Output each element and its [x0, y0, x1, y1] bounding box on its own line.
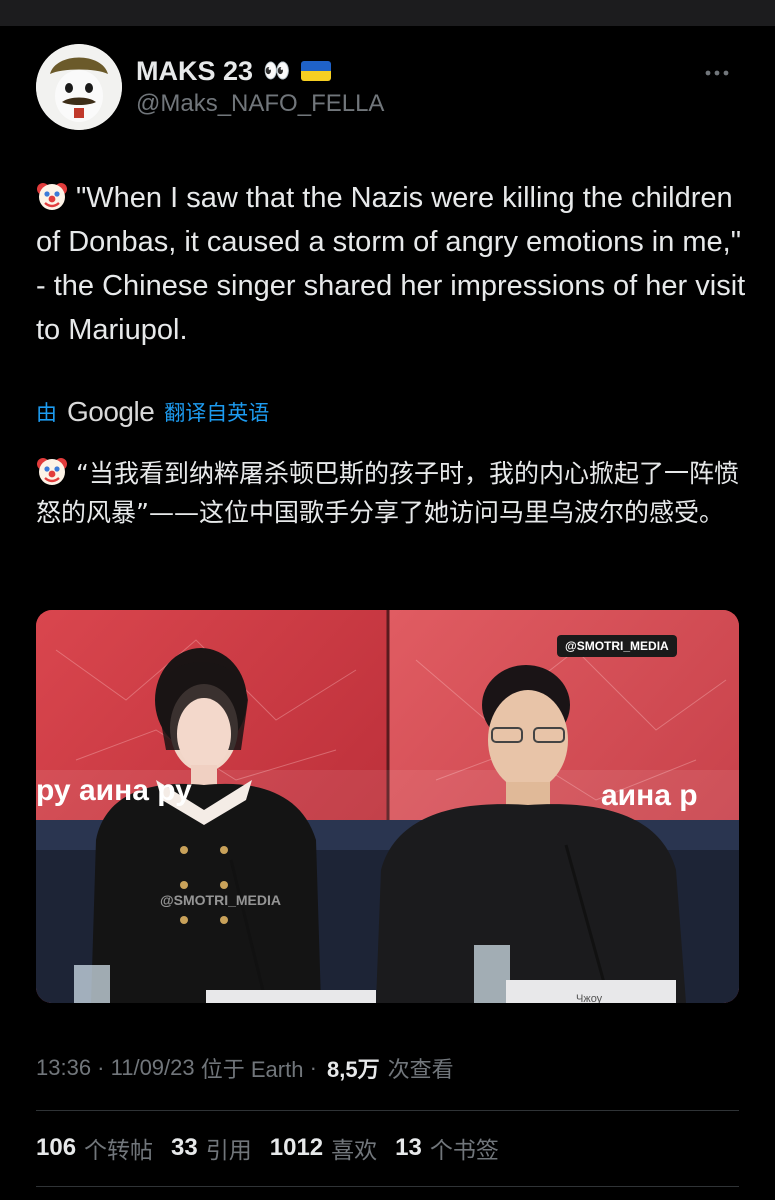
engagement-stats: 106 个转帖 33 引用 1012 喜欢 13 个书签 [36, 1130, 517, 1166]
tweet-body: "When I saw that the Nazis were killing … [36, 176, 746, 352]
avatar-image [36, 44, 122, 130]
divider [36, 1186, 739, 1187]
author-handle[interactable]: @Maks_NAFO_FELLA [136, 90, 384, 118]
google-logo: Google [67, 396, 155, 427]
meta-separator: · [91, 1055, 111, 1080]
author-display-name[interactable]: MAKS 23 [136, 56, 253, 87]
clown-face-icon [37, 458, 67, 485]
translated-from-link[interactable]: 翻译自英语 [164, 397, 269, 427]
avatar[interactable] [36, 44, 122, 130]
media-source-tag: @SMOTRI_MEDIA [557, 635, 677, 657]
bookmarks-label[interactable]: 个书签 [430, 1131, 499, 1165]
tweet-text: "When I saw that the Nazis were killing … [36, 182, 746, 346]
likes-count[interactable]: 1012 [270, 1134, 323, 1162]
ukraine-flag-icon [301, 61, 332, 81]
translated-text: “当我看到纳粹屠杀顿巴斯的孩子时，我的内心掀起了一阵愤怒的风暴”——这位中国歌手… [36, 459, 739, 527]
video-media[interactable]: ру аина ру аина р Чжоу [36, 610, 739, 1003]
likes-label[interactable]: 喜欢 [331, 1131, 377, 1165]
tweet-date[interactable]: 11/09/23 [111, 1055, 195, 1081]
translation-attribution[interactable]: 由 Google 翻译自英语 [36, 396, 269, 428]
tweet-location: 位于 Earth [194, 1057, 304, 1082]
reposts-label[interactable]: 个转帖 [84, 1131, 153, 1165]
eyes-emoji: 👀 [263, 58, 292, 84]
backdrop-text-right: аина р [601, 779, 698, 812]
media-watermark: @SMOTRI_MEDIA [160, 892, 281, 908]
author-name-row[interactable]: MAKS 23 👀 [136, 54, 332, 88]
bookmarks-count[interactable]: 13 [395, 1134, 422, 1162]
tweet-metadata: 13:36 · 11/09/23 位于 Earth · 8,5万 次查看 [36, 1050, 454, 1086]
clown-face-icon [37, 183, 67, 210]
quotes-count[interactable]: 33 [171, 1134, 198, 1162]
backdrop-text-left: ру аина ру [36, 774, 192, 807]
divider [36, 1110, 739, 1111]
video-frame: ру аина ру аина р Чжоу [36, 610, 739, 1003]
views-count[interactable]: 8,5万 [327, 1052, 380, 1084]
quotes-label[interactable]: 引用 [206, 1131, 252, 1165]
meta-separator: · [303, 1055, 324, 1080]
status-bar [0, 0, 775, 26]
tweet-time[interactable]: 13:36 [36, 1055, 91, 1081]
nameplate-text: Чжоу [576, 993, 603, 1003]
views-label: 次查看 [387, 1057, 454, 1082]
more-options-icon[interactable] [704, 58, 730, 83]
translated-body: “当我看到纳粹屠杀顿巴斯的孩子时，我的内心掀起了一阵愤怒的风暴”——这位中国歌手… [36, 454, 741, 532]
translated-by-label: 由 [36, 401, 57, 425]
reposts-count[interactable]: 106 [36, 1134, 76, 1162]
